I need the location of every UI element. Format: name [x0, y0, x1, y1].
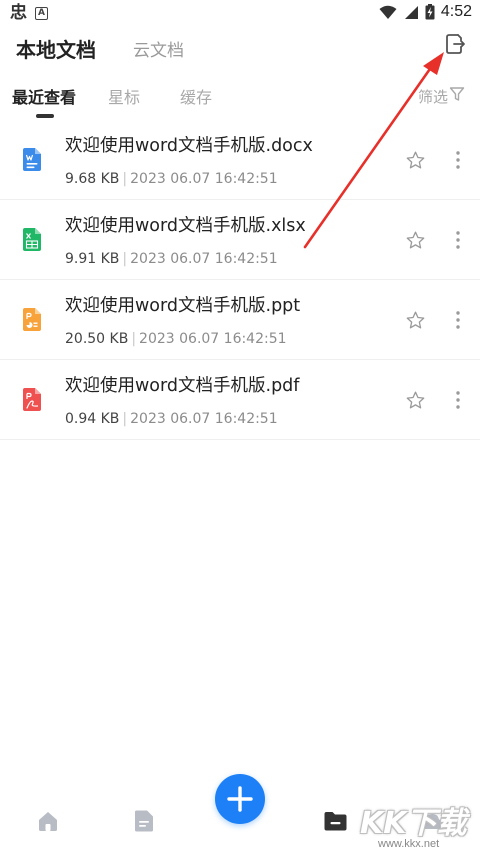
- status-system: 4:52: [379, 3, 472, 21]
- watermark-site: www.kkx.net: [378, 838, 440, 850]
- meta-separator: |: [122, 411, 128, 427]
- star-icon[interactable]: [405, 390, 426, 411]
- header: 本地文档 云文档: [0, 30, 480, 70]
- watermark: KK下载 www.kkx.net: [360, 798, 475, 854]
- file-list: 欢迎使用word文档手机版.docx 9.68 KB | 2023 06.07 16…: [0, 120, 480, 440]
- star-icon[interactable]: [405, 310, 426, 331]
- file-item-ppt[interactable]: 欢迎使用word文档手机版.ppt 20.50 KB | 2023 06.07 16…: [0, 280, 480, 360]
- tab-local-documents[interactable]: 本地文档: [16, 34, 96, 63]
- file-meta: 9.68 KB | 2023 06.07 16:42:51: [65, 171, 278, 187]
- document-icon[interactable]: [134, 810, 154, 832]
- notification-a-icon: A: [35, 6, 48, 20]
- add-icon: [227, 786, 253, 812]
- tab-cache[interactable]: 缓存: [180, 84, 212, 108]
- file-size: 9.91 KB: [65, 251, 120, 267]
- file-name: 欢迎使用word文档手机版.pdf: [65, 376, 300, 396]
- file-size: 0.94 KB: [65, 411, 120, 427]
- star-icon[interactable]: [405, 150, 426, 171]
- export-icon[interactable]: [443, 32, 467, 56]
- meta-separator: |: [122, 171, 128, 187]
- status-bar: 忠 A 4:52: [0, 0, 480, 26]
- more-options-icon[interactable]: [448, 390, 468, 410]
- status-notifications: 忠 A: [10, 4, 48, 22]
- tab-cloud-documents[interactable]: 云文档: [133, 36, 184, 61]
- clock: 4:52: [440, 3, 472, 20]
- file-name: 欢迎使用word文档手机版.ppt: [65, 296, 301, 316]
- more-options-icon[interactable]: [448, 230, 468, 250]
- file-time: 2023 06.07 16:42:51: [130, 171, 278, 187]
- word-file-icon: [23, 148, 41, 171]
- file-name: 欢迎使用word文档手机版.docx: [65, 136, 313, 156]
- excel-file-icon: [23, 228, 41, 251]
- add-button[interactable]: [215, 774, 265, 824]
- file-size: 9.68 KB: [65, 171, 120, 187]
- file-item-pdf[interactable]: 欢迎使用word文档手机版.pdf 0.94 KB | 2023 06.07 16:…: [0, 360, 480, 440]
- tab-recent[interactable]: 最近查看: [12, 84, 76, 108]
- meta-separator: |: [131, 331, 137, 347]
- file-time: 2023 06.07 16:42:51: [130, 251, 278, 267]
- file-meta: 20.50 KB | 2023 06.07 16:42:51: [65, 331, 287, 347]
- folder-icon[interactable]: [324, 811, 347, 831]
- tab-starred[interactable]: 星标: [108, 84, 140, 108]
- file-time: 2023 06.07 16:42:51: [139, 331, 287, 347]
- file-size: 20.50 KB: [65, 331, 129, 347]
- filter-label[interactable]: 筛选: [418, 86, 448, 107]
- pdf-file-icon: [23, 388, 41, 411]
- file-meta: 0.94 KB | 2023 06.07 16:42:51: [65, 411, 278, 427]
- subtabs: 最近查看 星标 缓存 筛选: [0, 82, 480, 118]
- notification-app-icon: 忠: [10, 3, 27, 23]
- watermark-brand: KK下载: [360, 806, 467, 841]
- file-meta: 9.91 KB | 2023 06.07 16:42:51: [65, 251, 278, 267]
- file-name: 欢迎使用word文档手机版.xlsx: [65, 216, 306, 236]
- file-item-docx[interactable]: 欢迎使用word文档手机版.docx 9.68 KB | 2023 06.07 16…: [0, 120, 480, 200]
- signal-icon: [404, 5, 418, 19]
- star-icon[interactable]: [405, 230, 426, 251]
- file-time: 2023 06.07 16:42:51: [130, 411, 278, 427]
- battery-icon: [425, 4, 435, 20]
- home-icon[interactable]: [37, 810, 59, 832]
- file-item-xlsx[interactable]: 欢迎使用word文档手机版.xlsx 9.91 KB | 2023 06.07 16…: [0, 200, 480, 280]
- filter-icon[interactable]: [449, 86, 465, 102]
- more-options-icon[interactable]: [448, 150, 468, 170]
- meta-separator: |: [122, 251, 128, 267]
- powerpoint-file-icon: [23, 308, 41, 331]
- active-tab-indicator: [36, 114, 54, 118]
- wifi-icon: [379, 5, 397, 19]
- more-options-icon[interactable]: [448, 310, 468, 330]
